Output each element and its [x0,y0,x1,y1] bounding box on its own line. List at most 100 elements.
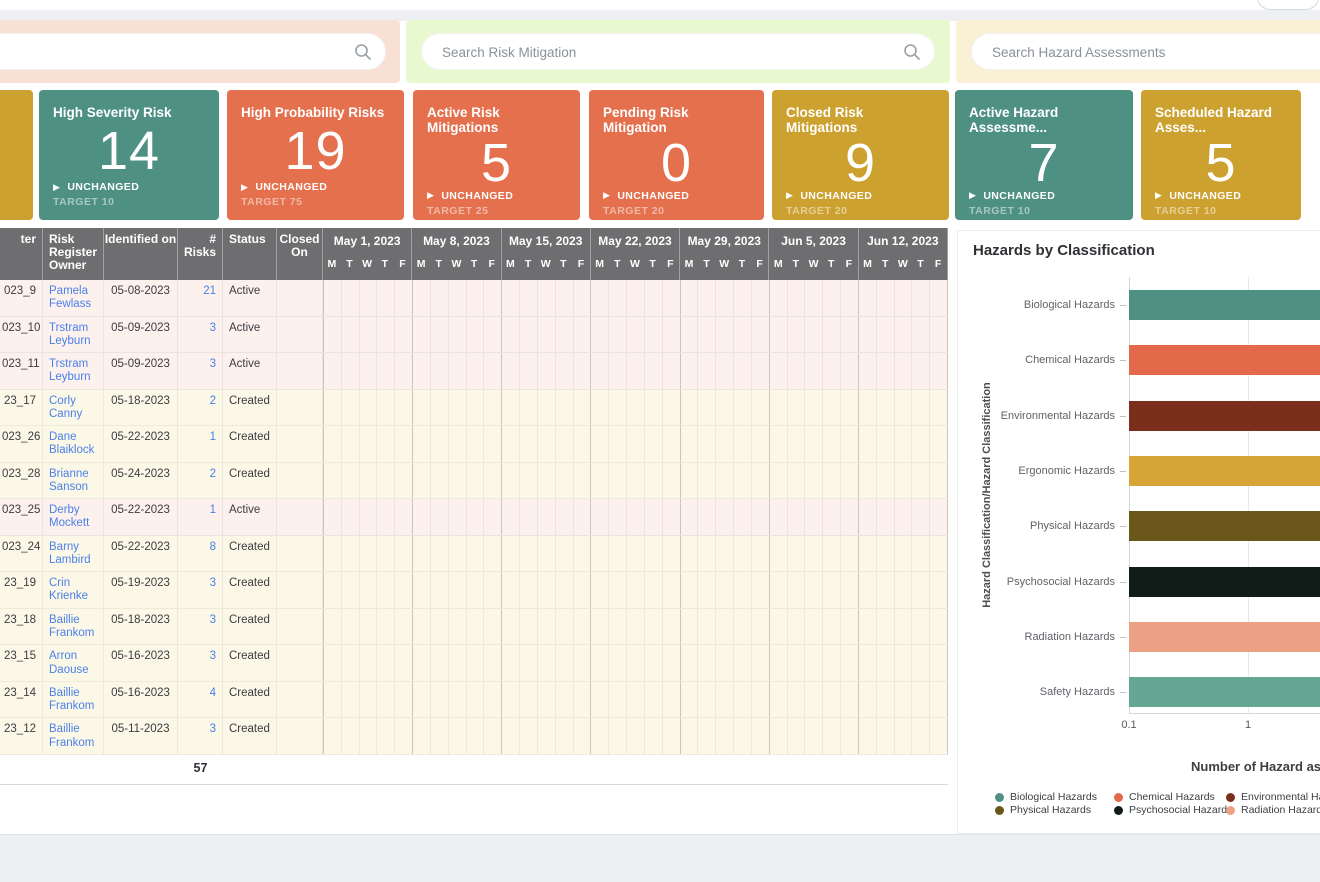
kpi-card-partial[interactable] [0,90,33,220]
legend-item-environmental-hazards[interactable]: Environmental Hazards [1226,791,1320,803]
cell-status: Created [223,572,277,608]
gantt-day-cell [448,499,466,535]
risk-count-link[interactable]: 3 [210,358,216,370]
kpi-card-high-severity-risk[interactable]: High Severity Risk14▶UNCHANGEDTARGET 10 [39,90,219,220]
day-letter-row: MTWTF [323,254,411,280]
legend-item-biological-hazards[interactable]: Biological Hazards [995,791,1097,803]
kpi-card-pending-risk-mitigation[interactable]: Pending Risk Mitigation0▶UNCHANGEDTARGET… [589,90,764,220]
owner-link[interactable]: Dane Blaiklock [49,431,94,456]
risk-register-search-input[interactable] [0,34,347,71]
bar-physical-hazards[interactable] [1129,511,1320,541]
risk-count-link[interactable]: 21 [203,285,216,297]
bar-safety-hazards[interactable] [1129,677,1320,707]
gantt-week [769,572,858,608]
gantt-day-cell [662,609,680,645]
gantt-week [858,280,947,316]
owner-link[interactable]: Pamela Fewlass [49,285,91,310]
risk-count-link[interactable]: 4 [210,687,216,699]
owner-link[interactable]: Trstram Leyburn [49,322,91,347]
gantt-week [680,463,769,499]
risk-count-link[interactable]: 8 [210,541,216,553]
gantt-day-cell [555,317,573,353]
owner-link[interactable]: Baillie Frankom [49,687,94,712]
bar-psychosocial-hazards[interactable] [1129,567,1320,597]
gantt-week [680,353,769,389]
risk-count-link[interactable]: 2 [210,395,216,407]
bar-radiation-hazards[interactable] [1129,622,1320,652]
owner-link[interactable]: Crin Krienke [49,577,88,602]
gantt-day-cell [341,718,359,754]
risk-count-link[interactable]: 3 [210,322,216,334]
gantt-day-cell [822,718,840,754]
kpi-card-scheduled-hazard-asses[interactable]: Scheduled Hazard Asses...5▶UNCHANGEDTARG… [1141,90,1301,220]
legend-item-chemical-hazards[interactable]: Chemical Hazards [1114,791,1215,803]
gantt-day-cell [591,280,608,316]
risk-mitigation-search-input[interactable] [440,34,896,71]
kpi-card-closed-risk-mitigations[interactable]: Closed Risk Mitigations9▶UNCHANGEDTARGET… [772,90,949,220]
kpi-card-value: 14 [53,121,205,181]
gantt-day-cell [483,682,501,718]
risk-count-link[interactable]: 3 [210,650,216,662]
risk-count-link[interactable]: 3 [210,577,216,589]
trend-label: UNCHANGED [617,190,689,202]
legend-dot [1226,793,1235,802]
gantt-day-cell [822,280,840,316]
cell-identified-on: 05-18-2023 [104,390,178,426]
gantt-day-cell [537,609,555,645]
trend-arrow-icon: ▶ [603,191,610,200]
gantt-day-cell [697,645,715,681]
risk-count-link[interactable]: 2 [210,468,216,480]
risk-count-link[interactable]: 3 [210,614,216,626]
column-header-identified-on: Identified on [104,228,178,280]
week-header-may-1-2023: May 1, 2023MTWTF [323,228,412,280]
day-letter: T [341,254,359,280]
kpi-card-high-probability-risks[interactable]: High Probability Risks19▶UNCHANGEDTARGET… [227,90,404,220]
gantt-week [501,682,590,718]
kpi-card-target: TARGET 10 [53,196,205,208]
cell-num-risks: 3 [178,353,223,389]
hazards-chart-card: Hazards by Classification Hazard Classif… [957,230,1320,834]
legend-item-psychosocial-hazards[interactable]: Psychosocial Hazards [1114,804,1232,816]
risk-count-link[interactable]: 1 [210,504,216,516]
kpi-card-value: 19 [241,121,390,181]
owner-link[interactable]: Baillie Frankom [49,723,94,748]
kpi-card-active-risk-mitigations[interactable]: Active Risk Mitigations5▶UNCHANGEDTARGET… [413,90,580,220]
owner-link[interactable]: Corly Canny [49,395,82,420]
bar-biological-hazards[interactable] [1129,290,1320,320]
legend-item-radiation-hazards[interactable]: Radiation Hazards [1226,804,1320,816]
gantt-day-cell [466,280,484,316]
owner-link[interactable]: Arron Daouse [49,650,89,675]
gantt-day-cell [681,353,698,389]
owner-link[interactable]: Trstram Leyburn [49,358,91,383]
bar-ergonomic-hazards[interactable] [1129,456,1320,486]
cell-risk-register-id: 023_25 [0,499,43,535]
gantt-day-cell [394,390,412,426]
risk-count-link[interactable]: 3 [210,723,216,735]
gantt-week [501,572,590,608]
owner-link[interactable]: Barny Lambird [49,541,91,566]
gantt-day-cell [324,280,341,316]
legend-item-physical-hazards[interactable]: Physical Hazards [995,804,1091,816]
gantt-day-cell [894,426,912,462]
gantt-day-cell [626,390,644,426]
gantt-day-cell [483,536,501,572]
bar-environmental-hazards[interactable] [1129,401,1320,431]
kpi-card-active-hazard-assessme[interactable]: Active Hazard Assessme...7▶UNCHANGEDTARG… [955,90,1133,220]
owner-link[interactable]: Baillie Frankom [49,614,94,639]
gantt-day-cell [804,317,822,353]
owner-link[interactable]: Brianne Sanson [49,468,89,493]
owner-link[interactable]: Derby Mockett [49,504,89,529]
corner-pill-button[interactable] [1256,0,1320,10]
gantt-day-cell [804,682,822,718]
gantt-day-cell [697,390,715,426]
gantt-day-cell [466,426,484,462]
trend-label: UNCHANGED [441,190,513,202]
gantt-day-cell [519,317,537,353]
gantt-day-cell [448,390,466,426]
hazard-assessments-search-input[interactable] [990,34,1320,71]
gantt-day-cell [376,426,394,462]
risk-count-link[interactable]: 1 [210,431,216,443]
gantt-day-cell [555,390,573,426]
gantt-day-cell [840,280,858,316]
bar-chemical-hazards[interactable] [1129,345,1320,375]
